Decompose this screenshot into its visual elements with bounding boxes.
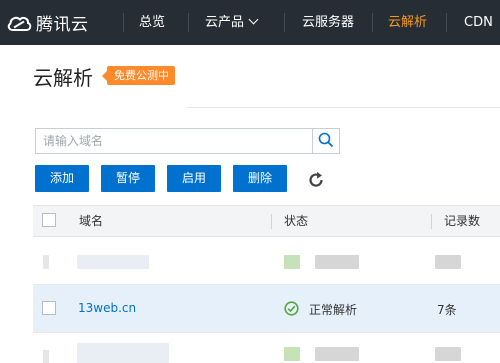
enable-button[interactable]: 启用 — [167, 165, 221, 192]
search-icon — [318, 132, 334, 151]
table-header: 域名 状态 记录数 — [33, 205, 500, 237]
obscured-status-icon — [284, 347, 300, 361]
search-box — [35, 128, 340, 154]
nav-item-products-label: 云产品 — [205, 15, 245, 30]
column-header-status: 状态 — [284, 214, 309, 228]
brand-name: 腾讯云 — [36, 15, 89, 35]
obscured-status-icon — [284, 255, 300, 269]
status-text: 正常解析 — [309, 303, 358, 317]
nav-item-dns[interactable]: 云解析 — [388, 0, 427, 45]
pause-button[interactable]: 暂停 — [101, 165, 155, 192]
nav-divider — [446, 13, 447, 32]
search-input[interactable] — [36, 129, 314, 153]
brand-logo[interactable]: 腾讯云 — [6, 10, 126, 35]
nav-divider — [284, 13, 285, 32]
row-checkbox[interactable] — [42, 301, 56, 315]
domain-link[interactable]: 13web.cn — [78, 301, 136, 315]
obscured-domain — [77, 255, 149, 269]
select-all-checkbox[interactable] — [42, 213, 56, 227]
nav-divider — [123, 13, 124, 32]
delete-button[interactable]: 删除 — [233, 165, 287, 192]
top-nav: 腾讯云 总览 云产品 云服务器 云解析 CDN — [0, 0, 500, 45]
table-row[interactable] — [33, 237, 500, 285]
page-title: 云解析 — [33, 66, 93, 90]
column-header-records: 记录数 — [444, 214, 481, 228]
check-circle-icon — [284, 301, 299, 316]
refresh-icon[interactable] — [306, 170, 326, 190]
obscured-status — [315, 347, 359, 361]
nav-divider — [372, 13, 373, 32]
table-row[interactable] — [33, 333, 500, 363]
obscured-domain — [77, 343, 169, 363]
title-divider — [187, 107, 500, 108]
obscured-checkbox — [43, 350, 49, 363]
nav-item-servers[interactable]: 云服务器 — [302, 0, 354, 45]
add-button[interactable]: 添加 — [35, 165, 89, 192]
column-divider — [271, 214, 272, 229]
beta-badge: 免费公测中 — [102, 66, 175, 85]
obscured-checkbox — [43, 255, 49, 269]
nav-item-overview[interactable]: 总览 — [139, 0, 165, 45]
obscured-status — [315, 255, 359, 269]
nav-divider — [188, 13, 189, 32]
nav-item-products[interactable]: 云产品 — [205, 0, 259, 45]
cloud-logo-icon — [6, 13, 32, 33]
column-divider — [431, 214, 432, 229]
column-header-domain: 域名 — [79, 214, 104, 228]
table-row-selected[interactable]: 13web.cn 正常解析 7条 — [33, 285, 500, 333]
obscured-records — [435, 255, 461, 269]
nav-item-cdn[interactable]: CDN — [464, 0, 493, 45]
records-count: 7条 — [437, 303, 457, 317]
search-button[interactable] — [312, 129, 339, 153]
obscured-records — [435, 347, 461, 361]
chevron-down-icon — [248, 14, 259, 25]
